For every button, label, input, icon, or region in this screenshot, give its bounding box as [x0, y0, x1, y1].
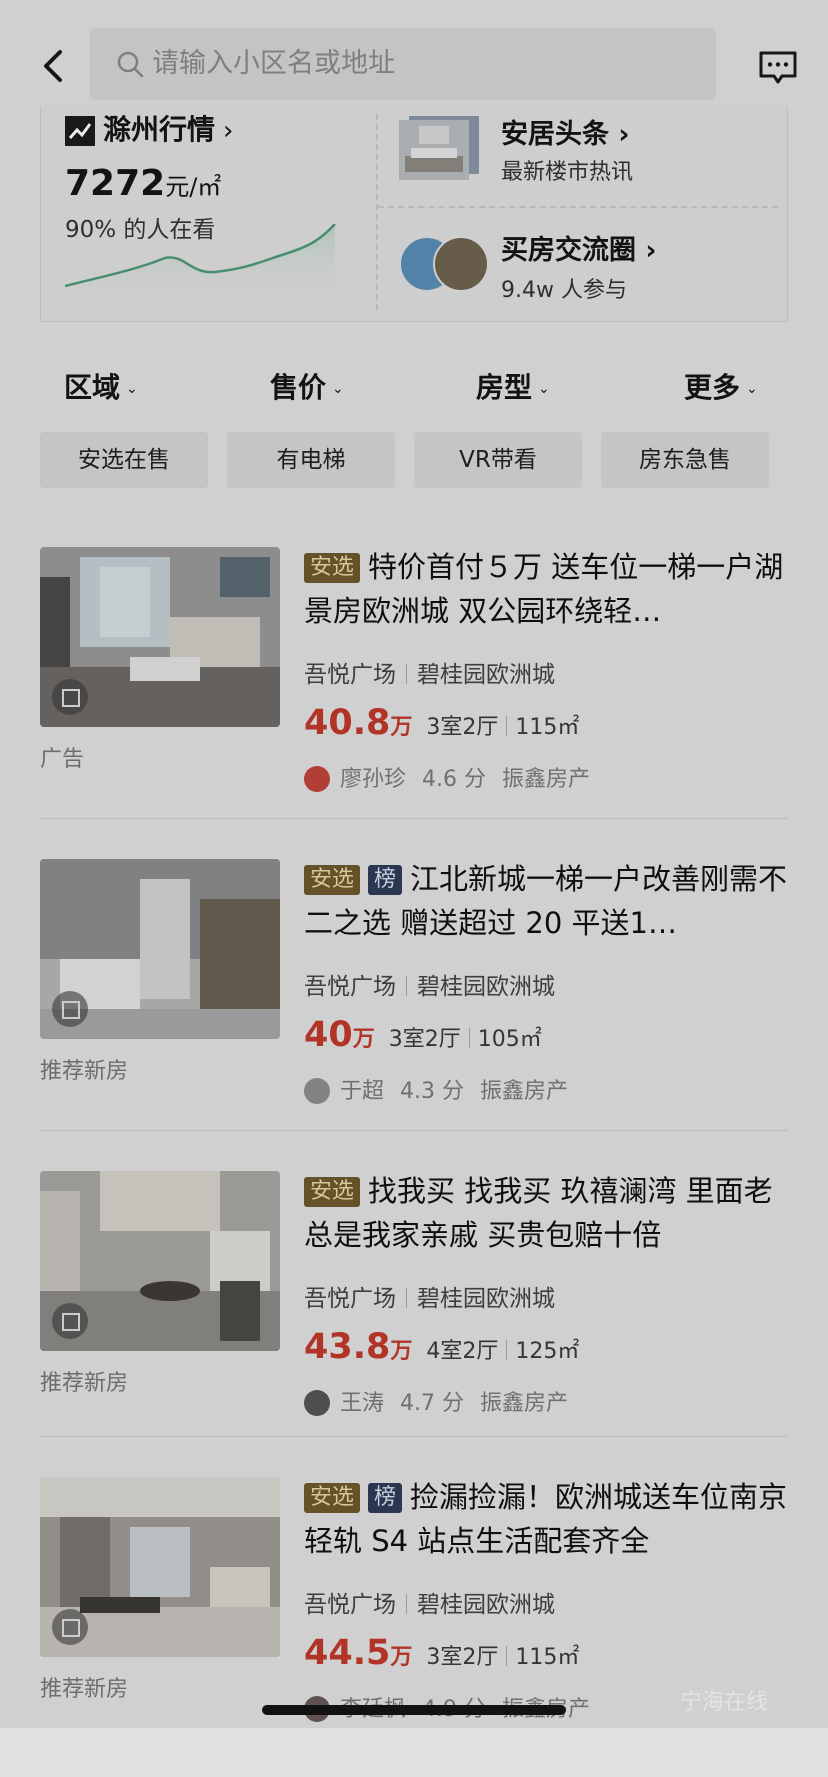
listing-note: 广告	[40, 747, 85, 772]
filter-bar: 区域 ⌄ 售价 ⌄ 房型 ⌄ 更多 ⌄	[0, 360, 828, 416]
listing-title: 安选 特价首付５万 送车位一梯一户湖景房欧洲城 双公园环绕轻…	[304, 550, 784, 628]
chevron-right-icon: ›	[618, 119, 630, 150]
listing-card[interactable]: 广告 安选 特价首付５万 送车位一梯一户湖景房欧洲城 双公园环绕轻… 吾悦广场 碧桂…	[0, 547, 828, 847]
chip-anxuan[interactable]: 安选在售	[40, 432, 208, 488]
listing-photo	[40, 859, 280, 1039]
trend-icon	[65, 116, 95, 146]
listing-note: 推荐新房	[40, 1371, 129, 1396]
filter-more[interactable]: 更多 ⌄	[684, 360, 758, 417]
tag-ranking: 榜	[368, 865, 403, 895]
avatar	[433, 236, 489, 292]
tag-anxuan: 安选	[304, 553, 361, 583]
listing-price-line: 40.8万 3室2厅 115㎡	[304, 703, 580, 743]
search-placeholder: 请输入小区名或地址	[152, 48, 395, 79]
listing-note: 推荐新房	[40, 1059, 129, 1084]
listing-photo	[40, 1171, 280, 1351]
chevron-right-icon: ›	[645, 235, 657, 266]
top-cards: 滁州行情 › 7272元/㎡ 90% 的人在看 安居头条 › 最新楼市热讯 买房交…	[40, 106, 788, 322]
chevron-down-icon: ⌄	[746, 381, 758, 397]
chevron-down-icon: ⌄	[332, 381, 344, 397]
vr-icon	[52, 991, 88, 1027]
divider	[40, 1436, 788, 1437]
listing-agent[interactable]: 于超 4.3 分振鑫房产	[304, 1073, 568, 1105]
filter-region[interactable]: 区域 ⌄	[64, 360, 138, 417]
listing-title: 安选 找我买 找我买 玖禧澜湾 里面老总是我家亲戚 买贵包赔十倍	[304, 1174, 773, 1252]
vr-icon	[52, 679, 88, 715]
avatar	[304, 766, 330, 792]
news-subtitle: 最新楼市热讯	[501, 160, 634, 185]
card-divider	[378, 206, 778, 208]
avatar	[304, 1390, 330, 1416]
avatar	[304, 1078, 330, 1104]
listing-location: 吾悦广场 碧桂园欧洲城	[304, 1592, 555, 1618]
top-bar: 请输入小区名或地址	[0, 0, 828, 110]
listing-title: 安选榜江北新城一梯一户改善刚需不二之选 赠送超过 20 平送1…	[304, 862, 788, 940]
search-input[interactable]: 请输入小区名或地址	[90, 28, 716, 100]
listing-title: 安选榜捡漏捡漏！欧洲城送车位南京轻轨 S4 站点生活配套齐全	[304, 1480, 788, 1558]
listing-agent[interactable]: 廖孙珍 4.6 分振鑫房产	[304, 761, 590, 793]
circle-title: 买房交流圈 ›	[501, 235, 657, 266]
market-price: 7272元/㎡	[65, 163, 222, 204]
listing-location: 吾悦广场 碧桂园欧洲城	[304, 1286, 555, 1312]
listing-card[interactable]: 推荐新房 安选榜江北新城一梯一户改善刚需不二之选 赠送超过 20 平送1… 吾悦…	[0, 859, 828, 1159]
chevron-right-icon: ›	[223, 116, 234, 146]
listing-agent[interactable]: 王涛 4.7 分振鑫房产	[304, 1385, 568, 1417]
listing-price-line: 40万 3室2厅 105㎡	[304, 1015, 542, 1055]
filter-layout[interactable]: 房型 ⌄	[476, 360, 550, 417]
listing-price-line: 43.8万 4室2厅 125㎡	[304, 1327, 580, 1367]
market-title: 滁州行情 ›	[103, 113, 234, 146]
tag-anxuan: 安选	[304, 1177, 361, 1207]
back-arrow-icon[interactable]	[36, 44, 72, 88]
listing-card[interactable]: 推荐新房 安选榜捡漏捡漏！欧洲城送车位南京轻轨 S4 站点生活配套齐全 吾悦广场…	[0, 1477, 828, 1777]
divider	[40, 1130, 788, 1131]
listing-price-line: 44.5万 3室2厅 115㎡	[304, 1633, 580, 1673]
news-thumbnail	[399, 116, 479, 180]
listing-card[interactable]: 推荐新房 安选 找我买 找我买 玖禧澜湾 里面老总是我家亲戚 买贵包赔十倍 吾悦广…	[0, 1171, 828, 1471]
price-trend-sparkline	[65, 224, 336, 304]
card-divider	[376, 114, 378, 310]
vr-icon	[52, 1303, 88, 1339]
chip-vr[interactable]: VR带看	[414, 432, 582, 488]
tag-anxuan: 安选	[304, 1483, 361, 1513]
listing-photo	[40, 547, 280, 727]
chevron-down-icon: ⌄	[126, 381, 138, 397]
chip-urgent[interactable]: 房东急售	[601, 432, 769, 488]
circle-subtitle: 9.4w 人参与	[501, 278, 627, 303]
vr-icon	[52, 1609, 88, 1645]
message-icon[interactable]	[758, 48, 798, 88]
news-title: 安居头条 ›	[501, 119, 630, 150]
chip-elevator[interactable]: 有电梯	[227, 432, 395, 488]
chevron-down-icon: ⌄	[538, 381, 550, 397]
listing-photo	[40, 1477, 280, 1657]
watermark: 宁海在线	[680, 1690, 769, 1715]
tag-anxuan: 安选	[304, 865, 361, 895]
quick-filter-chips: 安选在售 有电梯 VR带看 房东急售	[40, 432, 788, 488]
tag-ranking: 榜	[368, 1483, 403, 1513]
home-indicator[interactable]	[262, 1705, 566, 1715]
divider	[40, 818, 788, 819]
listing-note: 推荐新房	[40, 1677, 129, 1702]
filter-price[interactable]: 售价 ⌄	[270, 360, 344, 417]
listing-location: 吾悦广场 碧桂园欧洲城	[304, 974, 555, 1000]
search-icon	[117, 51, 144, 78]
listing-location: 吾悦广场 碧桂园欧洲城	[304, 662, 555, 688]
